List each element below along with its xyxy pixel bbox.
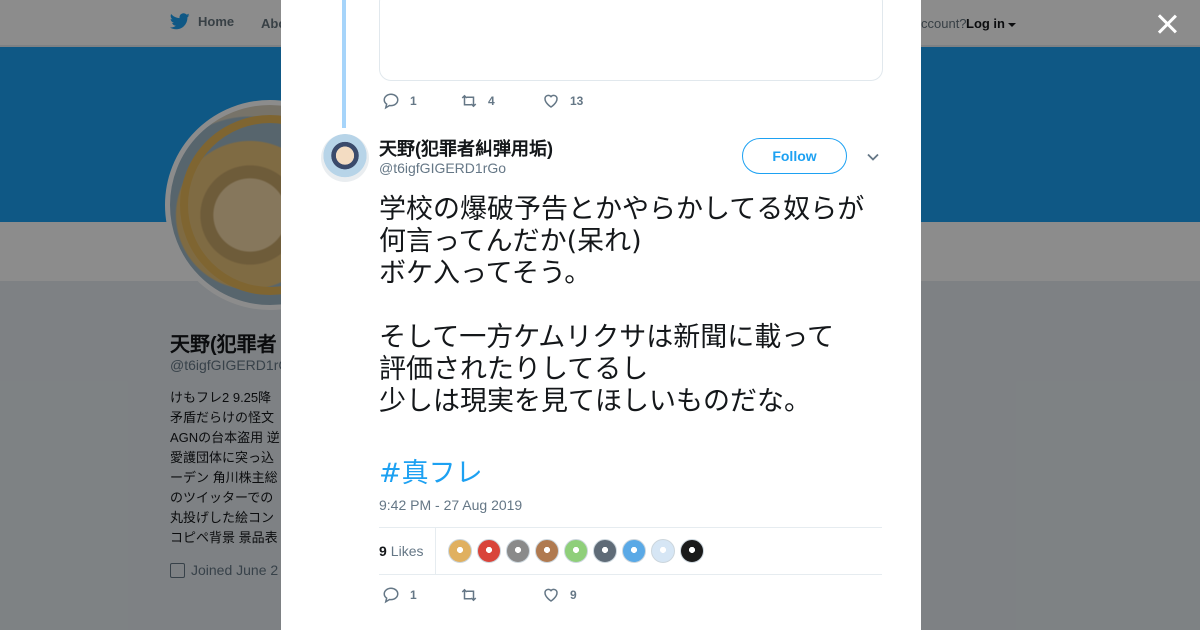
reply-button[interactable]: 1 bbox=[382, 586, 460, 604]
retweet-button[interactable] bbox=[460, 586, 542, 604]
liker-avatar[interactable] bbox=[535, 539, 560, 563]
tweet-actions: 1 9 bbox=[382, 586, 577, 604]
like-count: 9 bbox=[570, 588, 577, 602]
retweet-icon bbox=[461, 588, 477, 602]
close-icon[interactable] bbox=[1155, 12, 1179, 36]
liker-avatar[interactable] bbox=[593, 539, 618, 563]
tweet-author-handle[interactable]: @t6igfGIGERD1rGo bbox=[379, 160, 506, 176]
reply-button[interactable]: 1 bbox=[382, 92, 460, 110]
chevron-down-icon bbox=[867, 153, 879, 161]
previous-tweet-media-card[interactable] bbox=[379, 0, 883, 81]
like-count: 13 bbox=[570, 94, 584, 108]
liker-avatar[interactable] bbox=[477, 539, 502, 563]
liker-avatars bbox=[448, 539, 705, 563]
liker-avatar[interactable] bbox=[448, 539, 473, 563]
likes-summary: 9 Likes bbox=[379, 527, 882, 575]
liker-avatar[interactable] bbox=[564, 539, 589, 563]
like-button[interactable]: 13 bbox=[542, 92, 583, 110]
reply-count: 1 bbox=[410, 94, 417, 108]
likes-count: 9 bbox=[379, 543, 387, 559]
heart-icon bbox=[544, 588, 558, 602]
like-button[interactable]: 9 bbox=[542, 586, 577, 604]
more-options-button[interactable] bbox=[866, 150, 880, 164]
tweet-text: 学校の爆破予告とかやらかしてる奴らが 何言ってんだか(呆れ) ボケ入ってそう。 … bbox=[379, 194, 865, 417]
likes-label: Likes bbox=[390, 543, 424, 559]
likes-count-link[interactable]: 9 Likes bbox=[379, 528, 437, 574]
liker-avatar[interactable] bbox=[506, 539, 531, 563]
reply-icon bbox=[383, 93, 399, 110]
follow-button[interactable]: Follow bbox=[742, 138, 847, 174]
retweet-button[interactable]: 4 bbox=[460, 92, 542, 110]
heart-icon bbox=[544, 94, 558, 108]
retweet-count: 4 bbox=[488, 94, 495, 108]
retweet-icon bbox=[461, 94, 477, 108]
tweet-author-name[interactable]: 天野(犯罪者糾弾用垢) bbox=[379, 135, 553, 161]
tweet-hashtag[interactable]: #真フレ bbox=[379, 451, 483, 490]
tweet-timestamp[interactable]: 9:42 PM - 27 Aug 2019 bbox=[379, 497, 522, 513]
liker-avatar[interactable] bbox=[622, 539, 647, 563]
liker-avatar[interactable] bbox=[651, 539, 676, 563]
liker-avatar[interactable] bbox=[680, 539, 705, 563]
reply-icon bbox=[383, 587, 399, 604]
thread-connector-line bbox=[342, 0, 346, 128]
reply-count: 1 bbox=[410, 588, 417, 602]
tweet-author-avatar[interactable] bbox=[321, 134, 369, 182]
previous-tweet-actions: 1 4 13 bbox=[382, 92, 583, 110]
tweet-modal: 1 4 13 天野(犯罪者糾弾用垢) @t6igfGIGERD1rGo Foll… bbox=[281, 0, 921, 630]
